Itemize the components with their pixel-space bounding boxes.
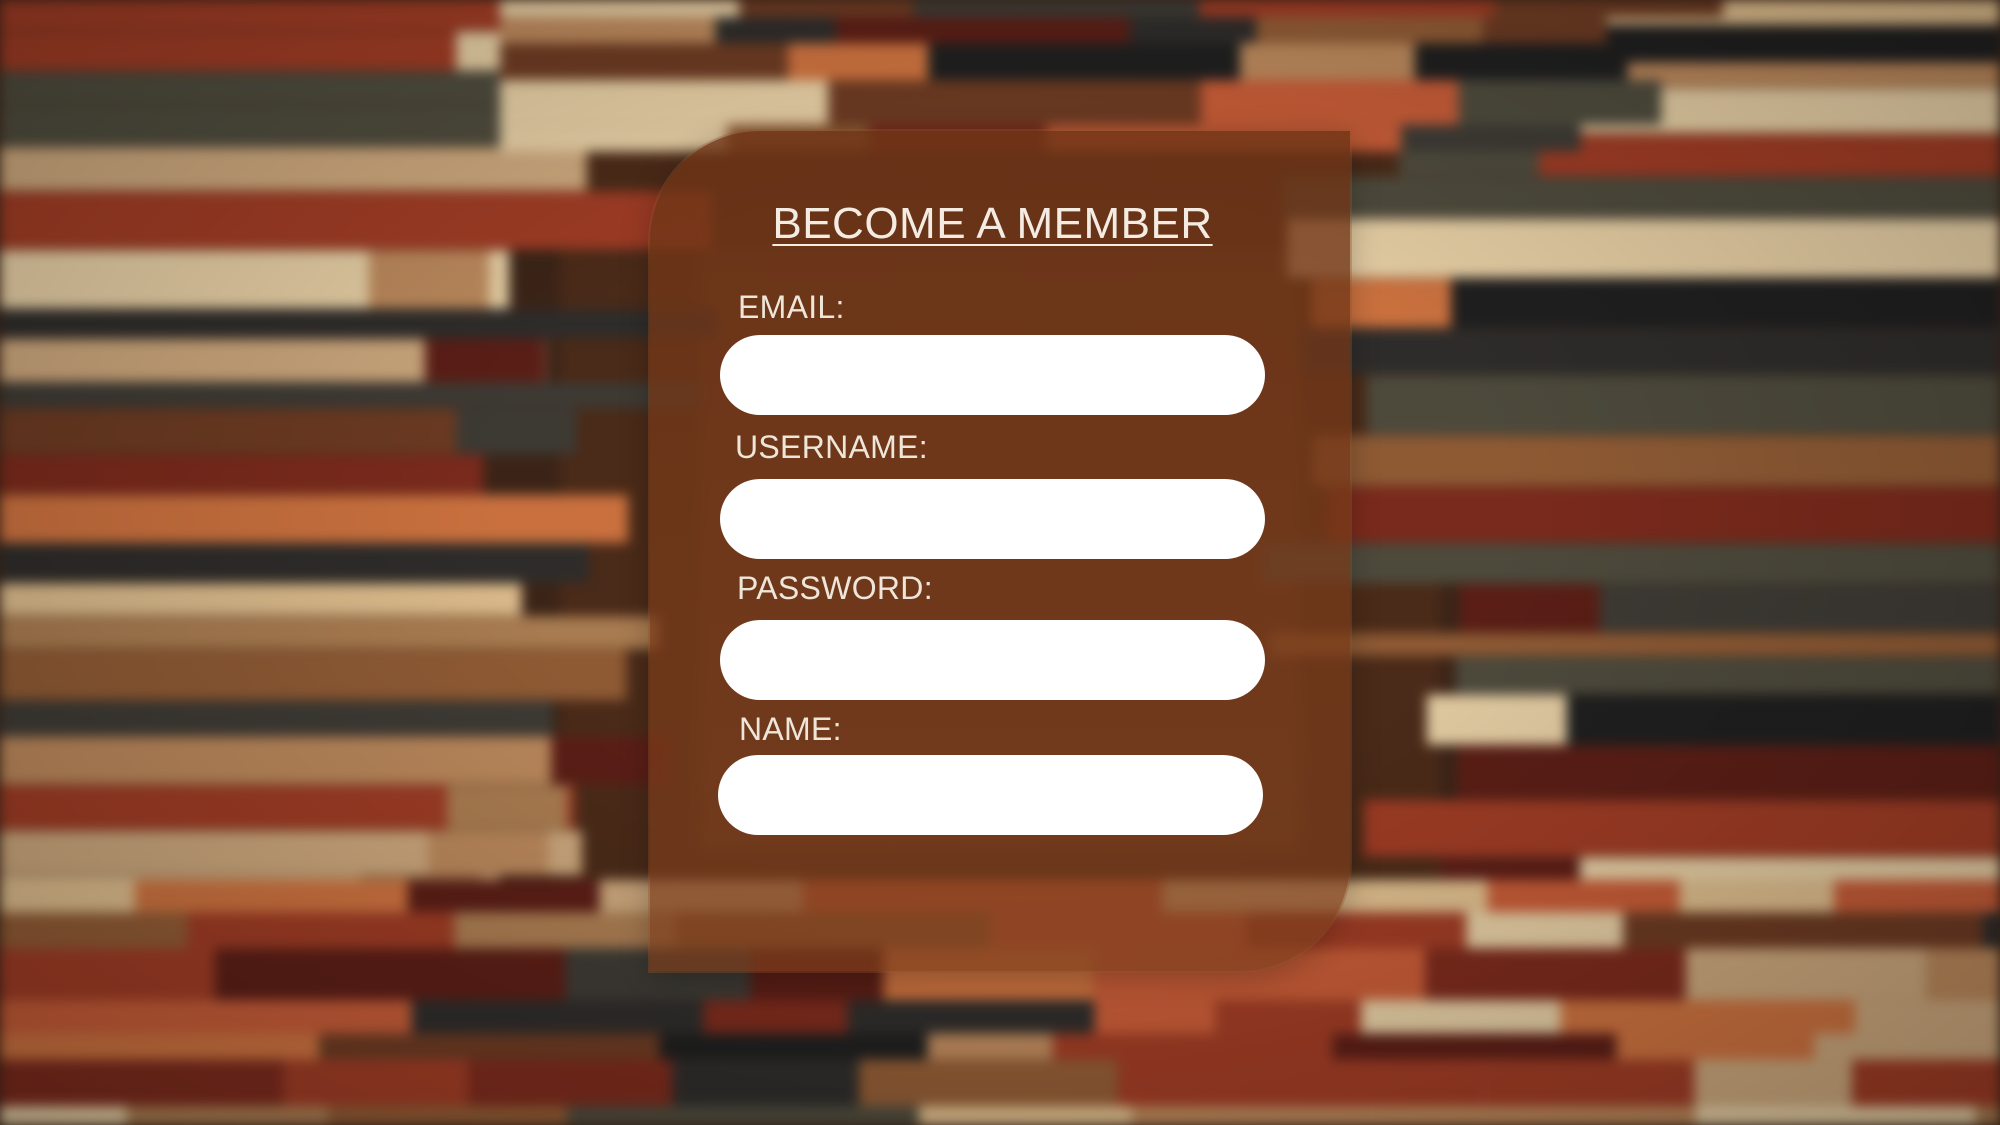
email-label: EMAIL: (738, 289, 845, 325)
password-field[interactable] (720, 620, 1265, 700)
signup-form-panel: BECOME A MEMBER EMAIL: USERNAME: PASSWOR… (650, 131, 1350, 971)
signup-screen: BECOME A MEMBER EMAIL: USERNAME: PASSWOR… (0, 0, 2000, 1125)
password-label: PASSWORD: (737, 570, 933, 606)
form-title: BECOME A MEMBER (772, 199, 1213, 248)
username-field[interactable] (720, 479, 1265, 559)
username-label: USERNAME: (735, 429, 928, 465)
name-field[interactable] (718, 755, 1263, 835)
name-label: NAME: (739, 711, 842, 747)
email-field[interactable] (720, 335, 1265, 415)
